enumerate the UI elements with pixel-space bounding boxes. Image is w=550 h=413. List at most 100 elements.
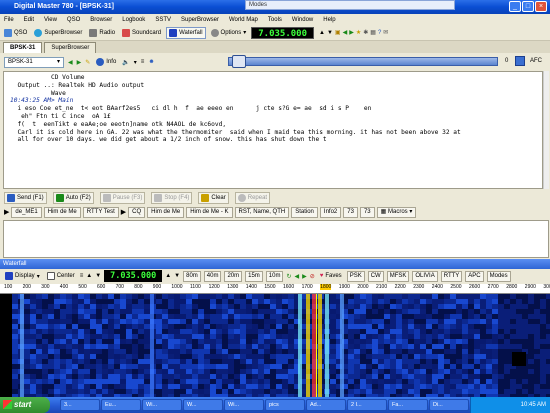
display-button[interactable]: Display ▾ <box>3 270 42 282</box>
modes-button[interactable]: Modes <box>486 270 511 282</box>
center-checkbox[interactable]: Center <box>45 270 77 282</box>
mode-psk-button[interactable]: PSK <box>346 270 365 282</box>
afc-toggle-icon[interactable] <box>515 56 525 66</box>
help-icon[interactable]: ? <box>378 30 381 36</box>
down-arrow-icon[interactable]: ▼ <box>174 273 180 279</box>
down-arrow-icon[interactable]: ▼ <box>95 273 101 279</box>
mode-olivia-button[interactable]: OLIVIA <box>412 270 438 282</box>
mode-mfsk-button[interactable]: MFSK <box>386 270 410 282</box>
band-15m-button[interactable]: 15m <box>245 270 263 282</box>
send-button[interactable]: Send (F1) <box>4 192 47 204</box>
macro-button[interactable]: CQ <box>128 206 146 218</box>
macro-button[interactable]: de_ME1 <box>11 206 42 218</box>
waterfall-frequency-display[interactable]: 7.035.000 <box>104 270 163 282</box>
clock[interactable]: 10:45 AM <box>521 402 546 408</box>
back-icon[interactable]: ◀ <box>343 29 348 36</box>
pause-button[interactable]: Pause (F3) <box>99 192 146 204</box>
taskbar-item[interactable]: W... <box>183 399 223 411</box>
afc-label[interactable]: AFC <box>530 58 542 64</box>
waterfall-display[interactable] <box>0 294 550 397</box>
grid-icon[interactable]: ▦ <box>370 29 376 36</box>
star-icon[interactable]: ★ <box>356 29 361 36</box>
menu-view[interactable]: View <box>44 17 57 23</box>
macro-button[interactable]: 73 <box>359 206 375 218</box>
macro-button[interactable]: Him de Me - K <box>186 206 233 218</box>
band-40m-button[interactable]: 40m <box>203 270 222 282</box>
up-arrow-icon[interactable]: ▲ <box>165 273 171 279</box>
faves-button[interactable]: ♥ Faves <box>318 270 344 282</box>
menu-sstv[interactable]: SSTV <box>155 17 171 23</box>
soundcard-button[interactable]: Soundcard <box>120 27 163 39</box>
forward-icon[interactable]: ▶ <box>349 29 354 36</box>
tab-bpsk31[interactable]: BPSK-31 <box>3 41 43 53</box>
modes-popup-title[interactable]: Modes <box>245 0 455 10</box>
slider-thumb[interactable] <box>232 55 246 68</box>
forward-icon[interactable]: ▶ <box>302 273 307 280</box>
back-icon[interactable]: ◀ <box>68 59 73 66</box>
frequency-scale[interactable]: 100 200 300 400 500 600 700 800 900 1000 1100 1200 1… <box>0 284 550 294</box>
star-icon[interactable]: ✎ <box>85 59 90 66</box>
waterfall-spectrum[interactable] <box>0 294 550 397</box>
lock-icon[interactable]: ▣ <box>335 29 341 36</box>
menu-superbrowser[interactable]: SuperBrowser <box>181 17 219 23</box>
frequency-display[interactable]: 7.035.000 <box>251 26 315 39</box>
minimize-icon[interactable]: _ <box>509 1 521 12</box>
mode-apc-button[interactable]: APC <box>465 270 484 282</box>
superbrowser-button[interactable]: SuperBrowser <box>32 27 84 39</box>
radio-button[interactable]: Radio <box>87 27 117 39</box>
options-button[interactable]: Options ▾ <box>209 27 249 39</box>
taskbar-item[interactable]: Ad... <box>306 399 346 411</box>
up-arrow-icon[interactable]: ▲ <box>319 30 325 36</box>
band-80m-button[interactable]: 80m <box>183 270 201 282</box>
close-icon[interactable]: × <box>535 1 547 12</box>
menu-file[interactable]: File <box>4 17 14 23</box>
menu-edit[interactable]: Edit <box>24 17 34 23</box>
taskbar-item[interactable]: Di... <box>429 399 469 411</box>
speaker-icon[interactable]: 🔈 <box>122 59 129 66</box>
mode-cw-button[interactable]: CW <box>367 270 384 282</box>
tune-controls[interactable]: ▲ ▼ ▣ ◀ ▶ ★ ✱ ▦ ? ✉ <box>317 27 390 39</box>
lines-icon[interactable]: ≡ <box>141 59 145 65</box>
taskbar-item[interactable]: pics <box>265 399 305 411</box>
rx-scrollbar[interactable] <box>543 71 549 189</box>
macro-button[interactable]: Info2 <box>319 206 342 218</box>
maximize-icon[interactable]: □ <box>522 1 534 12</box>
transmit-text-pane[interactable] <box>3 220 549 258</box>
clear-button[interactable]: Clear <box>198 192 229 204</box>
user-icon[interactable]: ☻ <box>148 59 154 65</box>
macro-button[interactable]: Him de Me <box>147 206 185 218</box>
taskbar-item[interactable]: Fa... <box>388 399 428 411</box>
forward-icon[interactable]: ▶ <box>77 59 82 66</box>
taskbar-item[interactable]: Wi... <box>224 399 264 411</box>
macro-button[interactable]: 73 <box>343 206 358 218</box>
repeat-button[interactable]: Repeat <box>234 192 271 204</box>
menu-window[interactable]: Window <box>292 17 313 23</box>
qso-button[interactable]: QSO <box>2 27 29 39</box>
macro-button[interactable]: RTTY Test <box>82 206 119 218</box>
macro-button[interactable]: RST, Name, QTH <box>234 206 290 218</box>
taskbar-item[interactable]: 3... <box>60 399 100 411</box>
menu-logbook[interactable]: Logbook <box>122 17 145 23</box>
band-20m-button[interactable]: 20m <box>224 270 243 282</box>
cancel-icon[interactable]: ⊘ <box>310 273 315 280</box>
back-icon[interactable]: ◀ <box>295 273 300 280</box>
up-arrow-icon[interactable]: ▲ <box>86 273 92 279</box>
band-10m-button[interactable]: 10m <box>265 270 284 282</box>
down-arrow-icon[interactable]: ▼ <box>327 30 333 36</box>
lines-icon[interactable]: ≡ <box>80 273 84 279</box>
macros-menu-button[interactable]: ▦ Macros ▾ <box>376 206 417 218</box>
stop-button[interactable]: Stop (F4) <box>151 192 193 204</box>
menu-world-map[interactable]: World Map <box>229 17 258 23</box>
taskbar-item[interactable]: Eu... <box>101 399 141 411</box>
auto-button[interactable]: Auto (F2) <box>52 192 94 204</box>
macro-button[interactable]: Him de Me <box>43 206 81 218</box>
receive-text-pane[interactable]: CD Volume Output ..: Realtek HD Audio ou… <box>3 71 543 189</box>
play-icon[interactable]: ▶ <box>121 208 126 216</box>
menu-tools[interactable]: Tools <box>268 17 282 23</box>
info-button[interactable]: Info <box>94 56 118 68</box>
mode-select[interactable]: BPSK-31 ▾ <box>4 56 64 68</box>
menu-qso[interactable]: QSO <box>67 17 80 23</box>
refresh-icon[interactable]: ↻ <box>286 273 291 280</box>
mode-rtty-button[interactable]: RTTY <box>440 270 463 282</box>
play-icon[interactable]: ▶ <box>4 208 9 216</box>
